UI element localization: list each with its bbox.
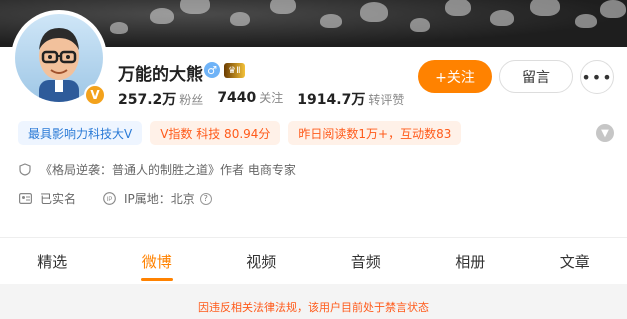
- shield-icon: [18, 163, 32, 177]
- help-icon[interactable]: ?: [199, 192, 212, 205]
- followers-label: 粉丝: [179, 93, 204, 107]
- tab-articles[interactable]: 文章: [523, 238, 627, 282]
- followers-stat[interactable]: 257.2万 粉丝: [118, 89, 203, 109]
- identity-row: 已实名 IP IP属地：北京 ?: [18, 190, 212, 207]
- engagement-stat: 1914.7万 转评赞: [297, 89, 404, 109]
- tab-album[interactable]: 相册: [418, 238, 523, 282]
- level-badge-text: Ⅱ: [236, 65, 241, 76]
- following-label: 关注: [259, 91, 284, 105]
- engagement-count: 1914.7万: [297, 92, 366, 108]
- bio-text: 《格局逆袭：普通人的制胜之道》作者 电商专家: [40, 163, 296, 177]
- follow-button[interactable]: +关注: [418, 60, 492, 93]
- id-card-icon: [18, 192, 32, 206]
- verified-badge-icon: V: [84, 84, 106, 106]
- message-button[interactable]: 留言: [499, 60, 573, 93]
- ban-notice: 因违反相关法律法规，该用户目前处于禁言状态: [198, 301, 429, 314]
- male-gender-icon: ♂: [204, 62, 220, 78]
- profile-tags: 最具影响力科技大V V指数 科技 80.94分 昨日阅读数1万+，互动数83: [18, 121, 462, 145]
- v-index-tag[interactable]: V指数 科技 80.94分: [150, 121, 281, 145]
- vip-level-badge-icon[interactable]: ♛ Ⅱ: [224, 63, 245, 78]
- real-name-status: 已实名: [40, 192, 77, 206]
- profile-stats: 257.2万 粉丝 7440 关注 1914.7万 转评赞: [118, 89, 404, 109]
- influence-tag[interactable]: 最具影响力科技大V: [18, 121, 143, 145]
- tab-weibo[interactable]: 微博: [105, 238, 210, 282]
- crown-icon: ♛: [228, 65, 237, 76]
- following-stat[interactable]: 7440 关注: [217, 89, 283, 109]
- tab-video[interactable]: 视频: [209, 238, 314, 282]
- ip-location-text: IP属地：北京: [124, 192, 195, 206]
- tab-audio[interactable]: 音频: [314, 238, 419, 282]
- tab-featured[interactable]: 精选: [0, 238, 105, 282]
- profile-name: 万能的大熊: [118, 65, 203, 85]
- reading-stats-tag[interactable]: 昨日阅读数1万+，互动数83: [288, 121, 462, 145]
- profile-tabs: 精选 微博 视频 音频 相册 文章: [0, 238, 627, 282]
- more-options-button[interactable]: •••: [580, 60, 614, 94]
- followers-count: 257.2万: [118, 92, 177, 108]
- engagement-label: 转评赞: [368, 93, 405, 107]
- following-count: 7440: [217, 90, 257, 106]
- ip-location-icon: IP: [102, 192, 116, 206]
- bio-row: 《格局逆袭：普通人的制胜之道》作者 电商专家: [18, 161, 296, 178]
- svg-text:IP: IP: [106, 197, 112, 203]
- chevron-down-icon[interactable]: ▼: [596, 124, 614, 142]
